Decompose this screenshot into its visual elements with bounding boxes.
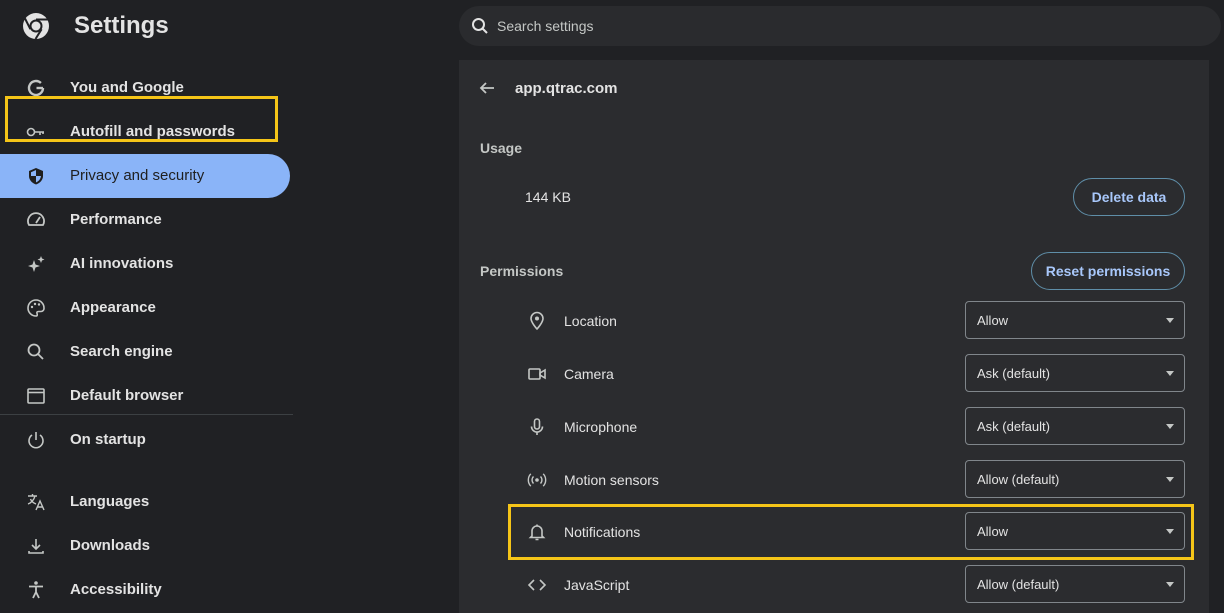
select-value: Allow (default) bbox=[977, 472, 1060, 487]
speedometer-icon bbox=[26, 210, 46, 230]
sidebar-item-label: Performance bbox=[70, 211, 162, 228]
back-arrow-icon[interactable] bbox=[477, 78, 497, 98]
camera-icon bbox=[527, 364, 547, 384]
sidebar-item-on-startup[interactable]: On startup bbox=[0, 418, 290, 462]
sidebar-item-label: Languages bbox=[70, 493, 150, 510]
shield-icon bbox=[26, 166, 46, 186]
download-icon bbox=[26, 536, 46, 556]
motion-sensor-icon bbox=[527, 470, 547, 490]
permission-row-microphone: Microphone Ask (default) bbox=[523, 407, 1185, 447]
code-icon bbox=[527, 575, 547, 595]
notifications-select[interactable]: Allow bbox=[965, 512, 1185, 550]
site-name: app.qtrac.com bbox=[515, 80, 618, 97]
sidebar-item-search-engine[interactable]: Search engine bbox=[0, 330, 290, 374]
select-value: Allow bbox=[977, 313, 1009, 328]
select-value: Allow bbox=[977, 524, 1009, 539]
chrome-logo-icon bbox=[22, 12, 50, 40]
select-value: Ask (default) bbox=[977, 419, 1050, 434]
chevron-down-icon bbox=[1166, 371, 1174, 376]
select-value: Ask (default) bbox=[977, 366, 1050, 381]
search-input[interactable]: Search settings bbox=[459, 6, 1221, 46]
reset-permissions-button[interactable]: Reset permissions bbox=[1031, 252, 1185, 290]
sidebar-item-languages[interactable]: Languages bbox=[0, 480, 290, 524]
sidebar-item-label: Autofill and passwords bbox=[70, 123, 236, 140]
permission-row-javascript: JavaScript Allow (default) bbox=[523, 565, 1185, 605]
motion-sensors-select[interactable]: Allow (default) bbox=[965, 460, 1185, 498]
sidebar-item-label: AI innovations bbox=[70, 255, 174, 272]
sidebar-item-label: Default browser bbox=[70, 387, 184, 404]
usage-value: 144 KB bbox=[525, 189, 571, 205]
sidebar-divider bbox=[0, 414, 293, 415]
google-g-icon bbox=[26, 78, 46, 98]
permission-row-camera: Camera Ask (default) bbox=[523, 354, 1185, 394]
sidebar-item-ai-innovations[interactable]: AI innovations bbox=[0, 242, 290, 286]
sidebar-item-label: Downloads bbox=[70, 537, 151, 554]
page-title: Settings bbox=[74, 12, 169, 39]
site-settings-panel: app.qtrac.com Usage 144 KB Delete data P… bbox=[459, 60, 1209, 613]
search-placeholder: Search settings bbox=[497, 18, 594, 34]
translate-icon bbox=[26, 492, 46, 512]
search-icon bbox=[26, 342, 46, 362]
delete-data-button[interactable]: Delete data bbox=[1073, 178, 1185, 216]
usage-heading: Usage bbox=[480, 140, 523, 156]
top-bar: Settings Search settings bbox=[0, 0, 1224, 56]
sidebar-item-label: On startup bbox=[70, 431, 146, 448]
location-pin-icon bbox=[527, 311, 547, 331]
sidebar-item-label: Privacy and security bbox=[70, 167, 205, 184]
permission-row-motion-sensors: Motion sensors Allow (default) bbox=[523, 460, 1185, 500]
power-icon bbox=[26, 430, 46, 450]
sidebar-item-autofill[interactable]: Autofill and passwords bbox=[0, 110, 290, 154]
permission-label: Motion sensors bbox=[564, 472, 659, 488]
permission-label: Camera bbox=[564, 366, 614, 382]
sidebar-item-label: Search engine bbox=[70, 343, 173, 360]
permission-row-notifications: Notifications Allow bbox=[523, 512, 1185, 552]
browser-window-icon bbox=[26, 386, 46, 406]
chevron-down-icon bbox=[1166, 582, 1174, 587]
sidebar-item-label: Accessibility bbox=[70, 581, 162, 598]
select-value: Allow (default) bbox=[977, 577, 1060, 592]
sidebar-item-default-browser[interactable]: Default browser bbox=[0, 374, 290, 418]
location-select[interactable]: Allow bbox=[965, 301, 1185, 339]
permission-label: Notifications bbox=[564, 524, 641, 540]
permission-label: Location bbox=[564, 313, 617, 329]
chevron-down-icon bbox=[1166, 424, 1174, 429]
palette-icon bbox=[26, 298, 46, 318]
camera-select[interactable]: Ask (default) bbox=[965, 354, 1185, 392]
chevron-down-icon bbox=[1166, 318, 1174, 323]
microphone-icon bbox=[527, 417, 547, 437]
chevron-down-icon bbox=[1166, 477, 1174, 482]
accessibility-icon bbox=[26, 580, 46, 600]
sidebar-item-label: You and Google bbox=[70, 79, 184, 96]
permission-row-location: Location Allow bbox=[523, 301, 1185, 341]
sidebar: You and Google Autofill and passwords Pr… bbox=[0, 56, 293, 613]
microphone-select[interactable]: Ask (default) bbox=[965, 407, 1185, 445]
sidebar-item-label: Appearance bbox=[70, 299, 156, 316]
chevron-down-icon bbox=[1166, 529, 1174, 534]
sidebar-item-you-and-google[interactable]: You and Google bbox=[0, 66, 290, 110]
search-icon bbox=[471, 17, 489, 35]
sidebar-item-privacy-security[interactable]: Privacy and security bbox=[0, 154, 290, 198]
sparkle-icon bbox=[26, 254, 46, 274]
sidebar-item-accessibility[interactable]: Accessibility bbox=[0, 568, 290, 612]
key-icon bbox=[26, 122, 46, 142]
javascript-select[interactable]: Allow (default) bbox=[965, 565, 1185, 603]
sidebar-item-appearance[interactable]: Appearance bbox=[0, 286, 290, 330]
sidebar-item-performance[interactable]: Performance bbox=[0, 198, 290, 242]
permission-label: Microphone bbox=[564, 419, 638, 435]
bell-icon bbox=[527, 522, 547, 542]
permission-label: JavaScript bbox=[564, 577, 630, 593]
sidebar-item-downloads[interactable]: Downloads bbox=[0, 524, 290, 568]
permissions-heading: Permissions bbox=[480, 263, 564, 279]
